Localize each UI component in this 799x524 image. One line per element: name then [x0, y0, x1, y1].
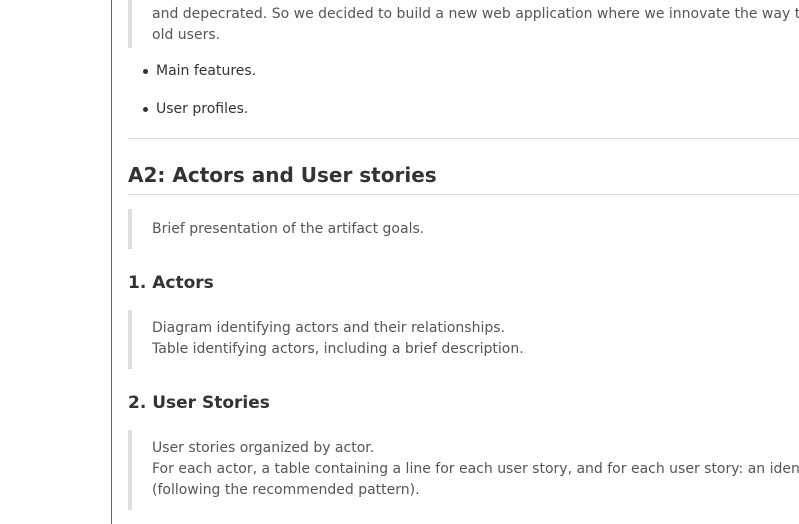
left-border	[111, 0, 112, 524]
document-page: and depecrated. So we decided to build a…	[0, 0, 799, 524]
summary-text: Brief presentation of the artifact goals…	[152, 221, 425, 237]
user-stories-line: (following the recommended pattern).	[152, 482, 420, 498]
intro-blockquote: and depecrated. So we decided to build a…	[128, 0, 799, 48]
feature-list: Main features. User profiles.	[128, 61, 256, 120]
actors-blockquote: Diagram identifying actors and their rel…	[128, 310, 524, 369]
intro-line: and depecrated. So we decided to build a…	[152, 6, 799, 22]
list-item: Main features.	[128, 61, 256, 82]
user-stories-heading: 2. User Stories	[128, 393, 270, 413]
section-title-a2: A2: Actors and User stories	[128, 163, 437, 187]
user-stories-line: User stories organized by actor.	[152, 440, 375, 456]
user-stories-blockquote: User stories organized by actor. For eac…	[128, 430, 799, 510]
actors-heading: 1. Actors	[128, 273, 214, 293]
heading-underline	[128, 194, 799, 195]
intro-line: old users.	[152, 27, 221, 43]
actors-line: Table identifying actors, including a br…	[152, 341, 524, 357]
a2-summary-blockquote: Brief presentation of the artifact goals…	[128, 209, 424, 249]
user-stories-line: For each actor, a table containing a lin…	[152, 461, 799, 477]
actors-line: Diagram identifying actors and their rel…	[152, 320, 505, 336]
section-divider	[128, 138, 799, 139]
list-item: User profiles.	[128, 99, 256, 120]
